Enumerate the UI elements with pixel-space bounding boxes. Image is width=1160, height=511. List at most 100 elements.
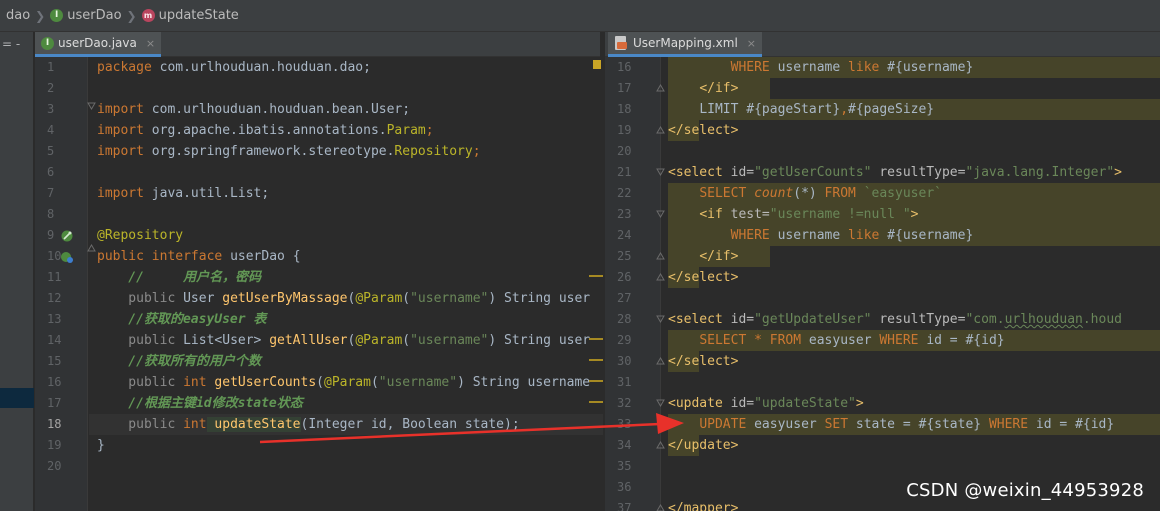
fold-marker-icon[interactable]: [656, 399, 665, 407]
code-line: import org.apache.ibatis.annotations.Par…: [97, 123, 434, 138]
breadcrumb-item-updatestate[interactable]: updateState: [159, 8, 239, 23]
fold-marker-icon[interactable]: [656, 84, 665, 92]
breadcrumb-item-dao[interactable]: dao: [6, 8, 30, 23]
code-line: LIMIT #{pageStart},#{pageSize}: [699, 102, 935, 117]
code-line: <select id="getUserCounts" resultType="j…: [668, 165, 1122, 180]
line-number: 27: [617, 291, 632, 305]
line-number: 4: [47, 123, 55, 137]
line-number: 20: [617, 144, 632, 158]
code-line: import org.springframework.stereotype.Re…: [97, 144, 481, 159]
code-line: </select>: [668, 270, 739, 285]
interface-i-icon: I: [50, 9, 64, 22]
tab-label: UserMapping.xml: [633, 36, 738, 50]
code-line: //根据主键id修改state状态: [97, 396, 303, 411]
line-number: 8: [47, 207, 55, 221]
spring-bean-icon[interactable]: [60, 229, 74, 243]
code-line: // 用户名，密码: [97, 270, 262, 285]
line-number: 19: [47, 438, 62, 452]
stripe-selection-marker: [0, 388, 34, 408]
fold-marker-icon[interactable]: [656, 252, 665, 260]
code-line: }: [97, 438, 105, 453]
close-icon[interactable]: ×: [747, 37, 756, 50]
code-line: WHERE username like #{username}: [730, 228, 974, 243]
watermark: CSDN @weixin_44953928: [906, 480, 1144, 501]
fold-marker-icon[interactable]: [656, 273, 665, 281]
right-tab-bar: UserMapping.xml ×: [605, 32, 1160, 57]
line-number: 16: [617, 60, 632, 74]
line-number: 22: [617, 186, 632, 200]
tab-usermapping-xml[interactable]: UserMapping.xml ×: [608, 32, 763, 57]
scroll-marker: [589, 275, 603, 277]
line-number: 31: [617, 375, 632, 389]
line-number: 13: [47, 312, 62, 326]
line-number-current: 18: [47, 417, 62, 431]
line-number: 36: [617, 480, 632, 494]
fold-marker-icon[interactable]: [656, 315, 665, 323]
fold-marker-icon[interactable]: [656, 168, 665, 176]
line-number: 11: [47, 270, 62, 284]
code-line: public User getUserByMassage(@Param("use…: [97, 291, 591, 306]
code-line: @Repository: [97, 228, 184, 243]
tab-label: userDao.java: [58, 36, 137, 50]
line-number-gutter: 1 2 3 4 5 6 7 8 9 10 11 12 13 14 15 16 1…: [35, 57, 117, 511]
line-number: 15: [47, 354, 62, 368]
line-number-gutter: 16 17 18 19 20 21 22 23 24 25 26 27 28 2…: [605, 57, 661, 511]
fold-marker-icon[interactable]: [87, 244, 96, 252]
line-number: 17: [47, 396, 62, 410]
fold-marker-icon[interactable]: [656, 357, 665, 365]
code-line: //获取的easyUser 表: [97, 312, 267, 327]
code-line: public int getUserCounts(@Param("usernam…: [97, 375, 591, 390]
code-line: public List<User> getAllUser(@Param("use…: [97, 333, 591, 348]
line-number: 2: [47, 81, 55, 95]
line-number: 18: [617, 102, 632, 116]
line-number: 33: [617, 417, 632, 431]
code-line: SELECT * FROM easyuser WHERE id = #{id}: [699, 333, 1005, 348]
code-line: WHERE username like #{username}: [730, 60, 974, 75]
code-line: <if test="username !=null ">: [699, 207, 919, 222]
fold-marker-icon[interactable]: [656, 126, 665, 134]
code-line: </select>: [668, 354, 739, 369]
breadcrumb-separator: ❯: [35, 8, 46, 23]
line-number: 14: [47, 333, 62, 347]
fold-marker-icon[interactable]: [656, 441, 665, 449]
xml-file-icon: [614, 36, 628, 50]
line-number: 3: [47, 102, 55, 116]
interface-i-icon: I: [41, 36, 54, 50]
line-number: 35: [617, 459, 632, 473]
code-line: </update>: [668, 438, 739, 453]
code-line: UPDATE easyuser SET state = #{state} WHE…: [699, 417, 1115, 432]
code-line: </select>: [668, 123, 739, 138]
implementation-marker-icon[interactable]: [60, 250, 74, 264]
xml-editor[interactable]: 16 17 18 19 20 21 22 23 24 25 26 27 28 2…: [605, 57, 1160, 511]
code-line: </if>: [699, 249, 739, 264]
scroll-marker: [589, 338, 603, 340]
warning-marker[interactable]: [593, 60, 601, 69]
breadcrumb: dao ❯ I userDao ❯ m updateState: [0, 0, 1160, 32]
code-line: import java.util.List;: [97, 186, 270, 201]
line-number: 24: [617, 228, 632, 242]
scroll-marker: [589, 401, 603, 403]
code-line: <select id="getUpdateUser" resultType="c…: [668, 312, 1122, 327]
code-line: </mapper>: [668, 501, 739, 511]
java-editor[interactable]: 1 2 3 4 5 6 7 8 9 10 11 12 13 14 15 16 1…: [35, 57, 603, 511]
fold-marker-icon[interactable]: [87, 102, 96, 110]
fold-marker-icon[interactable]: [656, 210, 665, 218]
line-number: 16: [47, 375, 62, 389]
line-number: 6: [47, 165, 55, 179]
line-number: 20: [47, 459, 62, 473]
left-tab-bar: I userDao.java ×: [35, 32, 600, 57]
close-icon[interactable]: ×: [146, 37, 155, 50]
stripe-controls[interactable]: = -: [2, 37, 20, 51]
code-line: package com.urlhouduan.houduan.dao;: [97, 60, 371, 75]
line-number: 12: [47, 291, 62, 305]
code-line: SELECT count(*) FROM `easyuser`: [699, 186, 942, 201]
breadcrumb-separator: ❯: [126, 8, 137, 23]
scroll-marker: [589, 359, 603, 361]
line-number: 29: [617, 333, 632, 347]
line-number: 7: [47, 186, 55, 200]
fold-marker-icon[interactable]: [656, 504, 665, 511]
breadcrumb-item-userdao[interactable]: userDao: [67, 8, 121, 23]
scroll-marker: [589, 380, 603, 382]
code-line: //获取所有的用户个数: [97, 354, 261, 369]
tab-userdao-java[interactable]: I userDao.java ×: [35, 32, 162, 57]
